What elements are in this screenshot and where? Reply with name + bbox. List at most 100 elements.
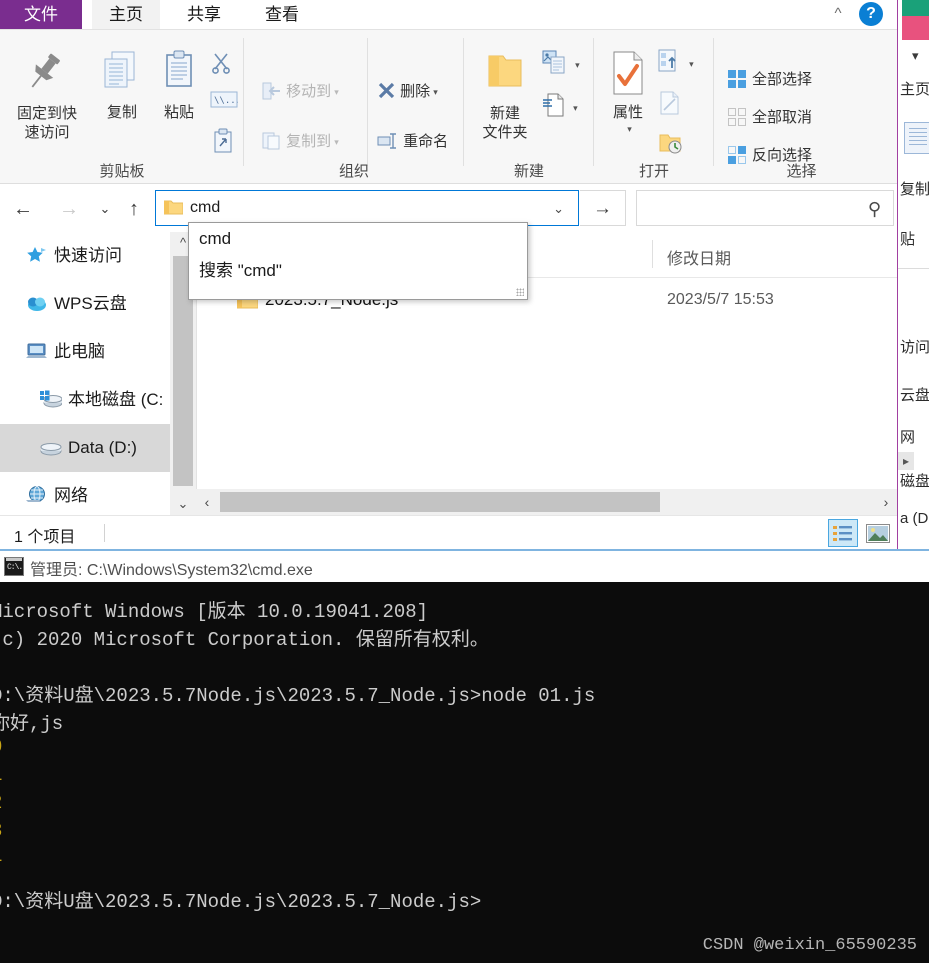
help-icon[interactable]: ?	[859, 2, 883, 26]
cmd-console-output[interactable]: Microsoft Windows [版本 10.0.19041.208] (c…	[0, 582, 929, 963]
rename-button[interactable]: 重命名	[377, 130, 448, 151]
history-icon	[658, 134, 684, 154]
edit-icon	[658, 91, 682, 115]
ribbon-group-clipboard: 固定到快 速访问 复制 粘贴 \\.. 剪贴板	[0, 30, 244, 185]
easy-access-button[interactable]: ▾	[542, 92, 578, 118]
copy-button[interactable]: 复制	[92, 48, 152, 122]
scroll-left-icon[interactable]: ‹	[196, 489, 218, 515]
properties-label: 属性	[612, 104, 643, 121]
copy-path-button[interactable]: \\...	[210, 90, 241, 114]
cut-button[interactable]	[210, 52, 234, 78]
sidebar-item-this-pc[interactable]: 此电脑	[0, 328, 170, 376]
new-folder-button[interactable]: 新建 文件夹	[472, 48, 538, 142]
delete-button[interactable]: 删除 ▾	[377, 80, 438, 101]
bg-white-strip	[898, 40, 929, 44]
sidebar-item-data-d[interactable]: Data (D:)	[0, 424, 170, 472]
ribbon-group-select: 全部选择 全部取消 反向选择 选择	[714, 30, 889, 185]
new-item-button[interactable]: ▾	[542, 50, 580, 74]
background-explorer-window[interactable]: ▾ 主页 复制 贴 访问 云盘 网 ▸ 磁盘 a (D	[896, 0, 929, 549]
cloud-icon	[26, 284, 48, 311]
copy-to-caret-icon[interactable]: ▾	[334, 137, 339, 147]
bg-fragment-copy: 复制	[900, 181, 929, 198]
history-button[interactable]	[658, 130, 684, 154]
column-divider[interactable]	[652, 240, 653, 268]
scroll-right-icon[interactable]: ›	[875, 489, 897, 515]
paste-button[interactable]: 粘贴	[152, 48, 206, 122]
go-button[interactable]: →	[580, 190, 626, 226]
bg-fragment-network: 网	[900, 429, 916, 446]
search-input[interactable]: ⚲	[636, 190, 894, 226]
horizontal-scrollbar[interactable]: ‹ ›	[196, 489, 897, 515]
copy-to-button[interactable]: 复制到 ▾	[262, 130, 339, 151]
forward-button[interactable]: →	[56, 196, 82, 222]
select-none-button[interactable]: 全部取消	[728, 106, 812, 127]
tab-file[interactable]: 文件	[0, 0, 82, 29]
collapse-ribbon-icon[interactable]: ^	[827, 3, 849, 25]
tab-share[interactable]: 共享	[170, 0, 238, 29]
bg-fragment-home: 主页	[900, 81, 929, 98]
cmd-title-bar[interactable]: C:\. 管理员: C:\Windows\System32\cmd.exe	[0, 549, 929, 582]
tab-home[interactable]: 主页	[92, 0, 160, 29]
autocomplete-item-search[interactable]: 搜索 "cmd"	[189, 255, 527, 287]
move-to-button[interactable]: 移动到 ▾	[262, 80, 339, 101]
sidebar-label: 网络	[54, 486, 88, 505]
file-date: 2023/5/7 15:53	[667, 291, 774, 308]
bg-scroll-arrow-icon[interactable]: ▸	[898, 452, 914, 470]
scroll-down-icon[interactable]: ⌄	[170, 493, 196, 515]
properties-button[interactable]: 属性 ▾	[600, 48, 656, 138]
paste-icon	[152, 48, 206, 104]
recent-locations-button[interactable]: ⌄	[92, 196, 118, 222]
properties-icon	[600, 48, 656, 104]
select-none-icon	[728, 108, 746, 126]
back-button[interactable]: ←	[10, 196, 36, 222]
delete-caret-icon[interactable]: ▾	[433, 87, 438, 97]
select-none-label: 全部取消	[752, 109, 813, 126]
easy-access-icon	[542, 93, 570, 117]
up-button[interactable]: ↑	[121, 196, 147, 222]
sidebar-item-quick-access[interactable]: 快速访问	[0, 232, 170, 280]
console-line-number: 4	[0, 848, 2, 870]
sidebar-item-network[interactable]: 网络	[0, 472, 170, 515]
copy-label: 复制	[106, 104, 137, 121]
select-all-button[interactable]: 全部选择	[728, 68, 812, 89]
hscrollbar-thumb[interactable]	[220, 492, 660, 512]
sidebar-label: 本地磁盘 (C:	[68, 390, 164, 409]
autocomplete-item-cmd[interactable]: cmd	[189, 223, 527, 255]
item-count-label: 1 个项目	[14, 529, 76, 546]
svg-text:\\...: \\...	[214, 96, 238, 106]
ribbon-group-open: 属性 ▾ ▾ 打开	[594, 30, 714, 185]
search-icon: ⚲	[867, 199, 881, 219]
address-input[interactable]: cmd ⌄	[155, 190, 579, 226]
edit-button[interactable]	[658, 90, 682, 116]
new-folder-label: 新建 文件夹	[482, 105, 528, 141]
sidebar-item-wps-cloud[interactable]: WPS云盘	[0, 280, 170, 328]
move-to-caret-icon[interactable]: ▾	[334, 87, 339, 97]
sidebar-item-local-disk-c[interactable]: 本地磁盘 (C:	[0, 376, 170, 424]
address-dropdown-icon[interactable]: ⌄	[553, 201, 564, 217]
paste-shortcut-button[interactable]	[212, 128, 234, 158]
file-explorer-window: 文件 主页 共享 查看 ^ ? 固定到快 速访问 复制 粘贴 \\.. 剪贴板 …	[0, 0, 897, 549]
status-bar: 1 个项目	[0, 515, 897, 549]
bg-chevron-down-icon[interactable]: ▾	[912, 48, 919, 64]
computer-icon	[26, 332, 48, 358]
easy-access-caret-icon[interactable]: ▾	[573, 103, 578, 113]
address-autocomplete-dropdown[interactable]: cmd 搜索 "cmd"	[188, 222, 528, 300]
properties-caret-icon[interactable]: ▾	[603, 120, 656, 138]
pin-to-quick-access-button[interactable]: 固定到快 速访问	[6, 48, 88, 142]
tab-view[interactable]: 查看	[248, 0, 316, 29]
move-to-label: 移动到	[286, 83, 332, 100]
ribbon-group-new-label: 新建	[513, 163, 544, 180]
open-with-caret-icon[interactable]: ▾	[689, 59, 694, 69]
console-line: (c) 2020 Microsoft Corporation. 保留所有权利。	[0, 629, 489, 651]
resize-grip-icon[interactable]	[516, 288, 524, 296]
new-folder-icon	[472, 48, 538, 104]
details-view-icon[interactable]	[828, 519, 858, 547]
thumbnail-view-icon[interactable]	[862, 519, 892, 547]
address-value: cmd	[190, 199, 221, 216]
new-item-caret-icon[interactable]: ▾	[575, 60, 580, 70]
bg-color-swatch-pink	[902, 16, 929, 40]
copy-to-label: 复制到	[286, 133, 332, 150]
column-header-date[interactable]: 修改日期	[667, 245, 731, 269]
open-with-button[interactable]: ▾	[658, 48, 694, 74]
bg-document-icon	[904, 122, 929, 154]
